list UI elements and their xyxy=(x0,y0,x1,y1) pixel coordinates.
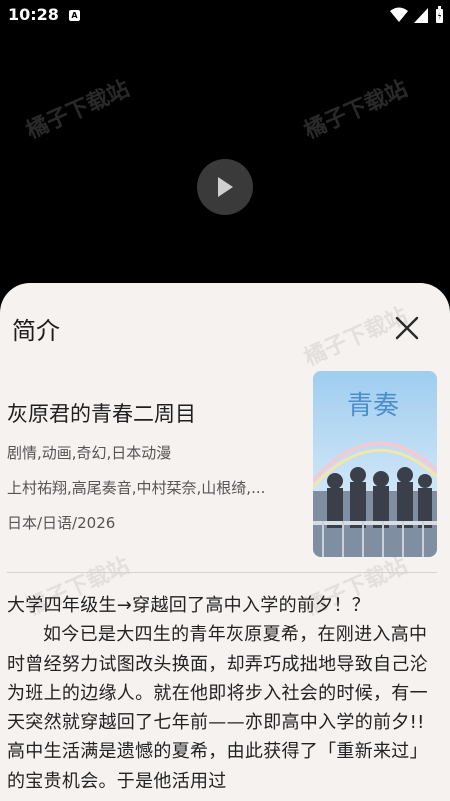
wifi-icon xyxy=(390,7,408,22)
anime-poster: 青奏 xyxy=(313,371,437,557)
status-time: 10:28 xyxy=(8,5,59,24)
status-icons xyxy=(390,6,444,24)
anime-genres: 剧情,动画,奇幻,日本动漫 xyxy=(7,444,172,462)
synopsis-first-line: 大学四年级生→穿越回了高中入学的前夕！？ xyxy=(7,595,371,616)
play-icon xyxy=(218,177,233,197)
video-player[interactable]: 橘子下载站 橘子下载站 xyxy=(0,32,450,290)
anime-title: 灰原君的青春二周目 xyxy=(7,402,196,426)
synopsis-body: 如今已是大四生的青年灰原夏希，在刚进入高中时曾经努力试图改头换面，却弄巧成拙地导… xyxy=(7,624,428,792)
status-bar: 10:28 A xyxy=(0,0,450,32)
synopsis: 大学四年级生→穿越回了高中入学的前夕！？ 如今已是大四生的青年灰原夏希，在刚进入… xyxy=(7,591,437,796)
intro-sheet: 橘子下载站 橘子下载站 橘子下载站 简介 灰原君的青春二周目 剧情,动画,奇幻,… xyxy=(0,283,450,801)
signal-icon xyxy=(414,8,428,23)
play-button[interactable] xyxy=(197,159,253,215)
anime-info: 日本/日语/2026 xyxy=(7,514,116,532)
anime-cast: 上村祐翔,高尾奏音,中村栞奈,山根绮,... xyxy=(7,479,266,497)
battery-icon xyxy=(436,6,443,23)
sheet-title: 简介 xyxy=(12,317,60,345)
watermark: 橘子下载站 xyxy=(22,76,134,145)
divider xyxy=(7,572,437,573)
notification-icon: A xyxy=(69,10,80,21)
close-icon[interactable] xyxy=(394,315,420,341)
poster-title: 青奏 xyxy=(347,391,400,421)
watermark: 橘子下载站 xyxy=(300,76,412,145)
